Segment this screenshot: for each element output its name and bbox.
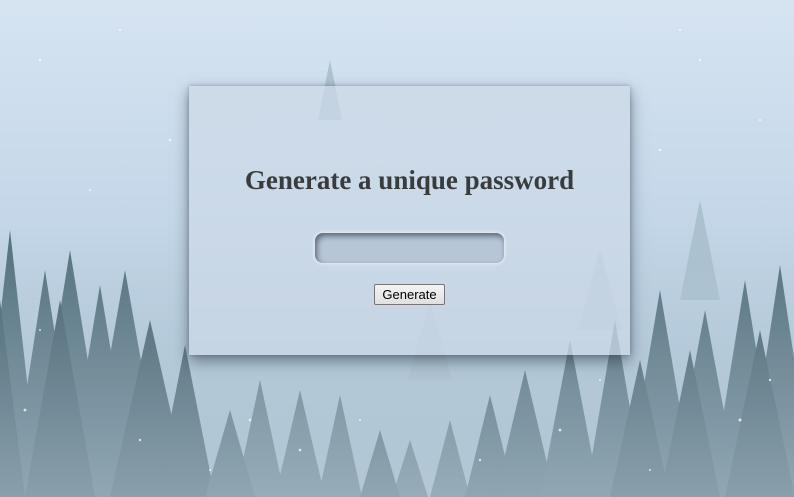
page-title: Generate a unique password (244, 165, 575, 195)
generate-button[interactable]: Generate (374, 284, 445, 305)
password-output-field[interactable] (315, 233, 504, 263)
password-generator-card: Generate a unique password Generate (189, 86, 630, 355)
